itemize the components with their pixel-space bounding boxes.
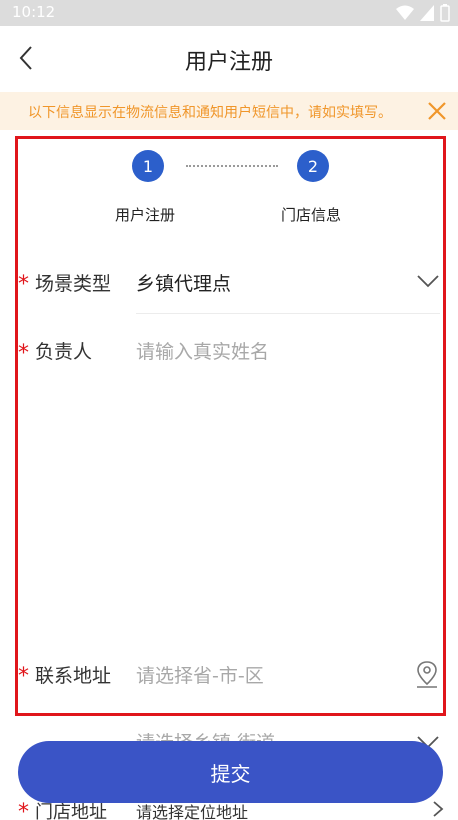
required-mark: *: [18, 664, 29, 689]
page-title: 用户注册: [184, 50, 273, 75]
required-mark: *: [18, 800, 29, 820]
step-1-label: 用户注册: [115, 206, 176, 224]
close-icon[interactable]: [426, 100, 448, 122]
scene-type-row[interactable]: * 场景类型 乡镇代理点: [0, 268, 458, 314]
status-icons: [396, 4, 450, 22]
step-indicator: 1 2 用户注册 门店信息: [0, 142, 458, 232]
contact-address-input[interactable]: 请选择省-市-区: [136, 661, 264, 688]
contact-address-row[interactable]: * 联系地址 请选择省-市-区: [0, 660, 458, 700]
required-mark: *: [18, 341, 29, 366]
manager-row: * 负责人 请输入真实姓名: [0, 337, 458, 377]
wifi-icon: [396, 5, 414, 20]
chevron-down-icon: [417, 275, 439, 288]
manager-label: 负责人: [35, 341, 93, 363]
signal-icon: [420, 5, 434, 21]
step-2-label: 门店信息: [281, 206, 342, 224]
contact-address-label: 联系地址: [35, 665, 112, 687]
notice-text: 以下信息显示在物流信息和通知用户短信中，请如实填写。: [28, 105, 392, 121]
status-time: 10:12: [12, 3, 56, 21]
location-pin-icon[interactable]: [414, 659, 440, 689]
chevron-right-icon: [433, 801, 444, 817]
step-1-circle: 1: [132, 150, 164, 182]
step-2-circle: 2: [297, 150, 329, 182]
app-header: 用户注册: [0, 26, 458, 90]
scene-type-value: 乡镇代理点: [136, 273, 232, 295]
step-connector: [186, 165, 278, 167]
required-mark: *: [18, 272, 29, 297]
scene-type-label: 场景类型: [35, 273, 112, 295]
battery-icon: [440, 4, 450, 22]
submit-button[interactable]: 提交: [18, 741, 443, 803]
row-divider: [136, 313, 440, 314]
manager-input[interactable]: 请输入真实姓名: [136, 337, 269, 364]
status-bar: 10:12: [0, 0, 458, 26]
notice-banner: 以下信息显示在物流信息和通知用户短信中，请如实填写。: [0, 92, 458, 130]
